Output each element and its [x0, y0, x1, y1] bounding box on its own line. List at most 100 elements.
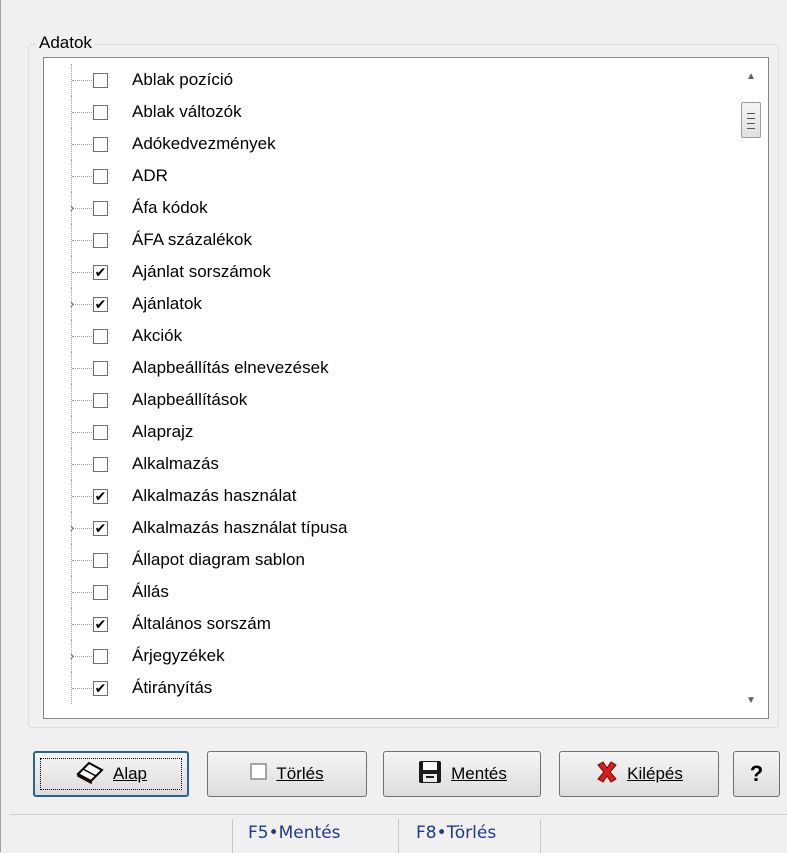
tree-item-label: Ajánlatok [132, 294, 202, 313]
tree-item-checkbox[interactable] [93, 73, 108, 88]
mentes-button[interactable]: Mentés [383, 751, 541, 797]
tree-branch-line [72, 624, 92, 625]
tree-item-label: Ablak változók [132, 102, 242, 121]
focus-ring [40, 758, 182, 790]
tree-item[interactable]: › ✔ Ajánlatok [44, 288, 768, 320]
tree-item-label: Adókedvezmények [132, 134, 276, 153]
tree-item-checkbox[interactable]: ✔ [93, 521, 108, 536]
tree-item-label: Ajánlat sorszámok [132, 262, 271, 281]
tree-item-checkbox[interactable]: ✔ [93, 297, 108, 312]
tree-branch-line [72, 560, 92, 561]
scroll-thumb[interactable] [741, 102, 761, 138]
tree-branch-line [72, 496, 92, 497]
kilepes-label: Kilépés [627, 764, 683, 783]
group-title: Adatok [36, 33, 95, 53]
expand-arrow-icon[interactable]: › [66, 512, 78, 544]
tree-item[interactable]: Alaprajz [44, 416, 768, 448]
tree-item-label: Átirányítás [132, 678, 213, 697]
delete-shortcut-hint: F8•Törlés [416, 823, 497, 843]
floppy-disk-icon [417, 759, 443, 790]
tree-branch-line [72, 368, 92, 369]
status-separator [232, 819, 233, 853]
tree-item-checkbox[interactable]: ✔ [93, 489, 108, 504]
tree-item-checkbox[interactable] [93, 553, 108, 568]
data-tree-list[interactable]: Ablak pozíció Ablak változók Adókedvezmény… [43, 57, 769, 719]
tree-item-label: Alaprajz [132, 422, 194, 441]
tree-item-checkbox[interactable] [93, 361, 108, 376]
tree-item-checkbox[interactable] [93, 425, 108, 440]
scroll-up-arrow-icon[interactable]: ▲ [734, 62, 768, 92]
tree-branch-line [72, 464, 92, 465]
tree-item-checkbox[interactable]: ✔ [93, 617, 108, 632]
expand-arrow-icon[interactable]: › [66, 288, 78, 320]
status-separator [540, 819, 541, 853]
window-left-edge [0, 0, 10, 852]
tree-branch-line [72, 80, 92, 81]
tree-item-checkbox[interactable] [93, 137, 108, 152]
tree-item-label: Akciók [132, 326, 183, 345]
tree-item[interactable]: Alkalmazás [44, 448, 768, 480]
tree-item-checkbox[interactable] [93, 457, 108, 472]
tree-item[interactable]: Ablak pozíció [44, 64, 768, 96]
tree-item[interactable]: ✔ Általános sorszám [44, 608, 768, 640]
tree-item-checkbox[interactable] [93, 393, 108, 408]
tree-branch-line [72, 272, 92, 273]
tree-branch-line [72, 144, 92, 145]
checkbox-icon [250, 762, 268, 786]
tree-item-checkbox[interactable] [93, 169, 108, 184]
tree-item-checkbox[interactable] [93, 233, 108, 248]
red-x-icon [595, 760, 619, 789]
tree-item[interactable]: Állapot diagram sablon [44, 544, 768, 576]
save-shortcut-hint: F5•Mentés [248, 823, 341, 843]
tree-branch-line [72, 112, 92, 113]
tree-item-label: Állapot diagram sablon [132, 550, 305, 569]
tree-item-checkbox[interactable]: ✔ [93, 265, 108, 280]
vertical-scrollbar[interactable]: ▲ ▼ [734, 58, 768, 718]
tree-item[interactable]: ÁFA százalékok [44, 224, 768, 256]
tree-rows: Ablak pozíció Ablak változók Adókedvezmény… [44, 64, 768, 704]
expand-arrow-icon[interactable]: › [66, 192, 78, 224]
tree-item[interactable]: Akciók [44, 320, 768, 352]
tree-item[interactable]: Állás [44, 576, 768, 608]
alap-button[interactable]: Alap [33, 751, 189, 797]
tree-branch-line [72, 240, 92, 241]
status-separator [398, 819, 399, 853]
tree-item-checkbox[interactable] [93, 105, 108, 120]
tree-item[interactable]: Ablak változók [44, 96, 768, 128]
tree-item-label: Árjegyzékek [132, 646, 225, 665]
torles-button[interactable]: Törlés [207, 751, 367, 797]
expand-arrow-icon[interactable]: › [66, 640, 78, 672]
tree-item[interactable]: › Áfa kódok [44, 192, 768, 224]
help-button[interactable]: ? [733, 751, 780, 797]
tree-item-checkbox[interactable] [93, 649, 108, 664]
tree-item-checkbox[interactable] [93, 585, 108, 600]
tree-item[interactable]: ✔ Alkalmazás használat [44, 480, 768, 512]
tree-item-label: Alapbeállítás elnevezések [132, 358, 329, 377]
tree-item[interactable]: ADR [44, 160, 768, 192]
tree-item-label: Alkalmazás használat típusa [132, 518, 348, 537]
tree-item-checkbox[interactable]: ✔ [93, 681, 108, 696]
tree-item[interactable]: › Árjegyzékek [44, 640, 768, 672]
tree-branch-line [72, 432, 92, 433]
tree-item-label: Általános sorszám [132, 614, 271, 633]
tree-item-label: Állás [132, 582, 169, 601]
status-bar: F5•Mentés F8•Törlés [10, 814, 787, 853]
scroll-down-arrow-icon[interactable]: ▼ [734, 686, 768, 716]
tree-item[interactable]: Adókedvezmények [44, 128, 768, 160]
tree-item[interactable]: › ✔ Alkalmazás használat típusa [44, 512, 768, 544]
tree-item[interactable]: ✔ Átirányítás [44, 672, 768, 704]
tree-item[interactable]: Alapbeállítás elnevezések [44, 352, 768, 384]
tree-item[interactable]: Alapbeállítások [44, 384, 768, 416]
tree-item-label: ÁFA százalékok [132, 230, 253, 249]
help-label: ? [749, 761, 764, 786]
tree-item-label: Alkalmazás [132, 454, 219, 473]
tree-item-label: Alkalmazás használat [132, 486, 297, 505]
tree-item[interactable]: ✔ Ajánlat sorszámok [44, 256, 768, 288]
mentes-label: Mentés [451, 764, 507, 783]
tree-item-checkbox[interactable] [93, 329, 108, 344]
tree-item-checkbox[interactable] [93, 201, 108, 216]
tree-item-label: Ablak pozíció [132, 70, 234, 89]
kilepes-button[interactable]: Kilépés [559, 751, 719, 797]
tree-branch-line [72, 400, 92, 401]
tree-item-label: Alapbeállítások [132, 390, 248, 409]
